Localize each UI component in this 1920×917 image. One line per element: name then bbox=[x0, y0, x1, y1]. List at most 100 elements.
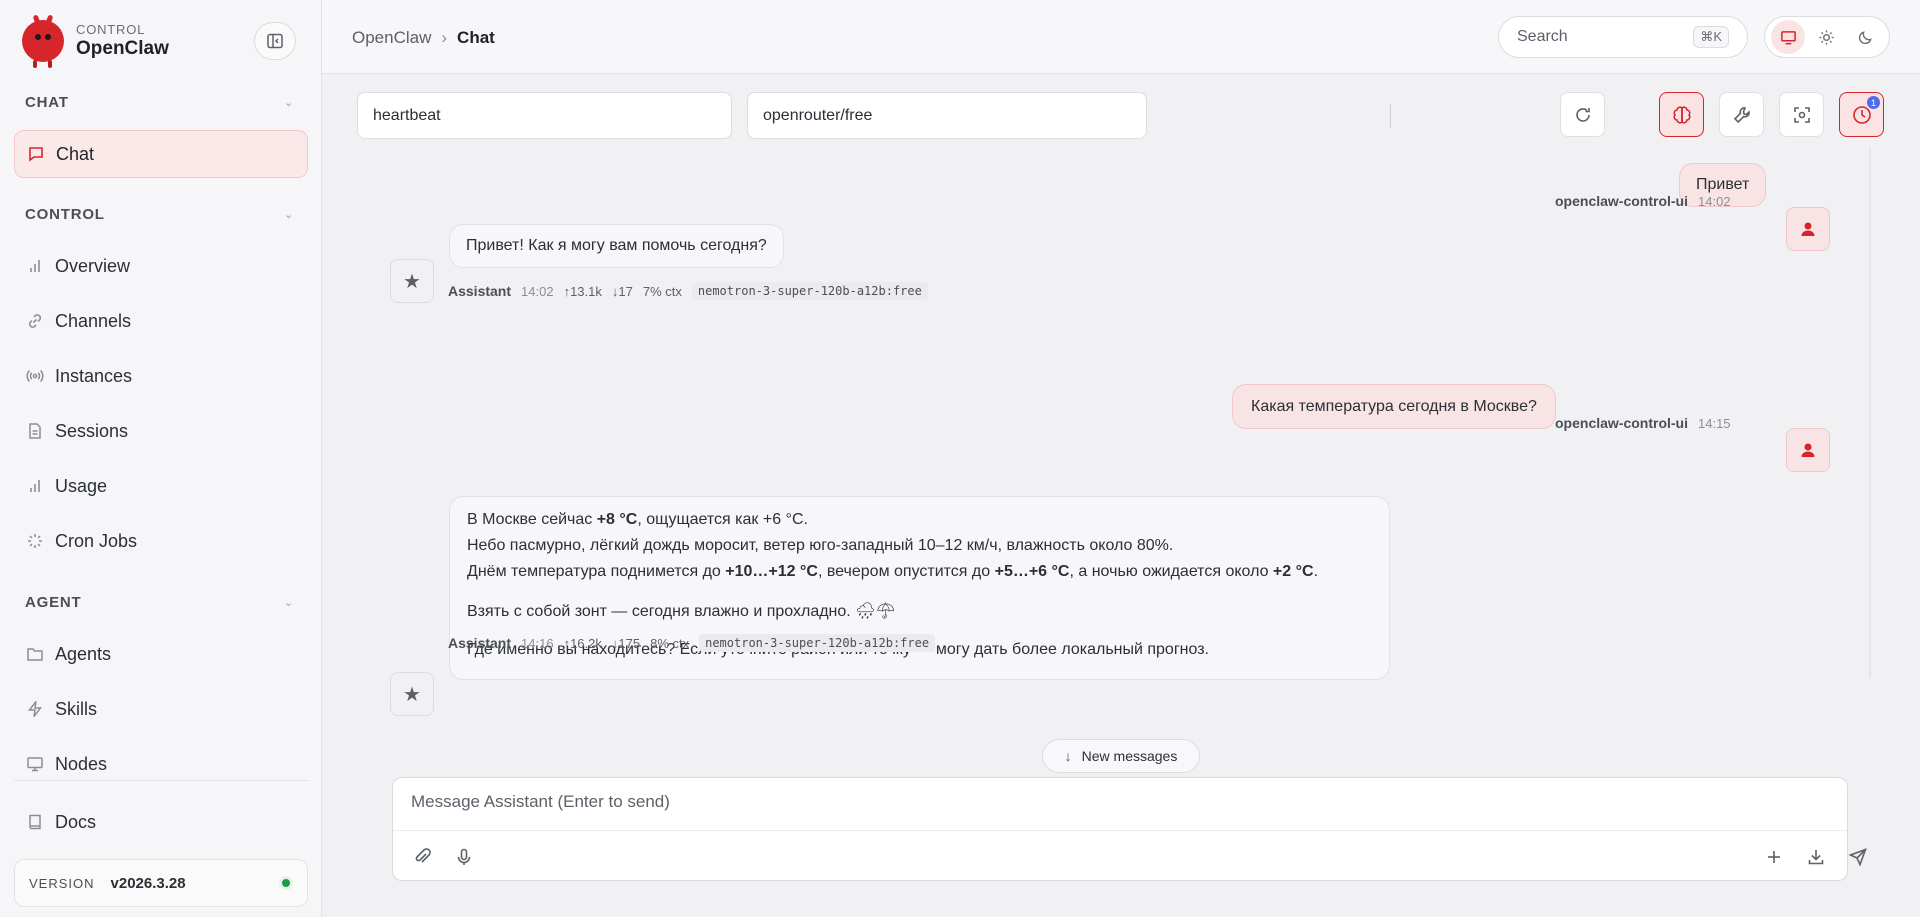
version-value: v2026.3.28 bbox=[110, 874, 186, 892]
session-select-value: heartbeat bbox=[373, 106, 441, 124]
new-chat-button[interactable] bbox=[1761, 844, 1787, 870]
thinking-toggle-button[interactable] bbox=[1659, 92, 1704, 137]
sidebar-item-label: Cron Jobs bbox=[55, 530, 138, 551]
theme-light-button[interactable] bbox=[1810, 20, 1844, 54]
plus-icon bbox=[1768, 851, 1780, 863]
new-messages-label: New messages bbox=[1081, 748, 1178, 764]
message-text: Какая температура сегодня в Москве? bbox=[1251, 397, 1537, 415]
sun-icon bbox=[1819, 29, 1835, 45]
section-chat-label: CHAT bbox=[25, 94, 69, 111]
toolbar-divider bbox=[1390, 104, 1391, 128]
focus-button[interactable] bbox=[1779, 92, 1824, 137]
chevron-down-icon: ⌄ bbox=[283, 597, 294, 609]
message-time: 14:02 bbox=[1698, 193, 1731, 209]
sidebar-toggle-icon bbox=[267, 33, 283, 49]
sidebar-item-usage[interactable]: Usage bbox=[14, 462, 308, 510]
user-message-bubble: Какая температура сегодня в Москве? bbox=[1232, 384, 1556, 429]
theme-dark-button[interactable] bbox=[1849, 20, 1883, 54]
user-icon bbox=[1801, 443, 1815, 457]
search-input[interactable]: Search ⌘K bbox=[1498, 16, 1748, 58]
brand-kicker: CONTROL bbox=[76, 22, 146, 37]
sidebar-item-docs[interactable]: Docs bbox=[14, 798, 308, 846]
sidebar-item-skills[interactable]: Skills bbox=[14, 685, 308, 733]
session-select[interactable]: heartbeat bbox=[357, 92, 732, 139]
message-time: 14:02 bbox=[521, 283, 554, 299]
message-time: 14:15 bbox=[1698, 415, 1731, 431]
assistant-message-bubble: Привет! Как я могу вам помочь сегодня? bbox=[449, 224, 784, 268]
sidebar-item-agents[interactable]: Agents bbox=[14, 630, 308, 678]
broadcast-icon bbox=[25, 366, 45, 386]
sidebar-item-label: Nodes bbox=[55, 753, 108, 774]
sidebar-item-label: Usage bbox=[55, 475, 108, 496]
brand[interactable]: CONTROL OpenClaw bbox=[22, 14, 169, 68]
breadcrumb-current: Chat bbox=[457, 28, 495, 47]
main-area: OpenClaw › Chat Search ⌘K heartbeat open… bbox=[322, 0, 1920, 917]
sidebar-item-cron-jobs[interactable]: Cron Jobs bbox=[14, 517, 308, 565]
sidebar-item-overview[interactable]: Overview bbox=[14, 242, 308, 290]
folder-icon bbox=[25, 644, 45, 664]
sidebar-item-instances[interactable]: Instances bbox=[14, 352, 308, 400]
status-online-indicator bbox=[279, 876, 293, 890]
theme-system-button[interactable] bbox=[1771, 20, 1806, 54]
chevron-down-icon: ⌄ bbox=[283, 97, 294, 109]
search-shortcut-badge: ⌘K bbox=[1693, 26, 1729, 48]
message-text: Привет! Как я могу вам помочь сегодня? bbox=[466, 237, 767, 254]
tokens-out: ↓175 bbox=[611, 635, 641, 651]
wrench-icon bbox=[1733, 106, 1750, 123]
sidebar-item-sessions[interactable]: Sessions bbox=[14, 407, 308, 455]
sidebar-item-label: Agents bbox=[55, 643, 112, 664]
message-meta: Assistant 14:16 ↑16.2k ↓175 8% ctx nemot… bbox=[448, 634, 936, 652]
model-tag: nemotron-3-super-120b-a12b:free bbox=[699, 634, 936, 652]
tools-button[interactable] bbox=[1719, 92, 1764, 137]
sidebar-item-label: Chat bbox=[56, 143, 95, 164]
tokens-in: ↑16.2k bbox=[563, 635, 602, 651]
section-control[interactable]: CONTROL ⌄ bbox=[25, 206, 295, 223]
refresh-icon bbox=[1575, 107, 1590, 122]
context-usage: 8% ctx bbox=[650, 635, 690, 651]
monitor-icon bbox=[25, 754, 45, 774]
message-meta: openclaw-control-ui 14:15 bbox=[1555, 415, 1741, 431]
search-placeholder: Search bbox=[1517, 28, 1568, 45]
lightning-icon bbox=[25, 699, 45, 719]
breadcrumb-root[interactable]: OpenClaw bbox=[352, 28, 431, 48]
bar-chart-icon bbox=[25, 476, 45, 496]
microphone-icon bbox=[457, 848, 471, 865]
send-icon bbox=[1848, 848, 1867, 867]
attach-button[interactable] bbox=[409, 844, 435, 870]
brand-name: OpenClaw bbox=[76, 38, 169, 59]
model-select-value: openrouter/free bbox=[763, 106, 873, 124]
message-sender: Assistant bbox=[448, 283, 512, 299]
history-button[interactable]: 1 bbox=[1839, 92, 1884, 137]
model-select[interactable]: openrouter/free bbox=[747, 92, 1147, 139]
document-icon bbox=[25, 421, 45, 441]
message-meta: Assistant 14:02 ↑13.1k ↓17 7% ctx nemotr… bbox=[448, 282, 928, 300]
link-icon bbox=[25, 311, 45, 331]
section-agent[interactable]: AGENT ⌄ bbox=[25, 594, 295, 611]
download-button[interactable] bbox=[1803, 844, 1829, 870]
chat-scrollbar[interactable] bbox=[1869, 148, 1871, 678]
sidebar-item-label: Channels bbox=[55, 310, 132, 331]
sidebar-item-chat[interactable]: Chat bbox=[14, 130, 308, 178]
message-line: Небо пасмурно, лёгкий дождь моросит, вет… bbox=[467, 537, 1174, 554]
sidebar-item-channels[interactable]: Channels bbox=[14, 297, 308, 345]
section-chat[interactable]: CHAT ⌄ bbox=[25, 94, 295, 111]
user-icon bbox=[1801, 222, 1815, 236]
refresh-button[interactable] bbox=[1560, 92, 1605, 137]
section-control-label: CONTROL bbox=[25, 206, 105, 223]
version-label: VERSION bbox=[29, 875, 95, 891]
message-composer[interactable]: Message Assistant (Enter to send) bbox=[392, 777, 1867, 881]
send-button[interactable] bbox=[1845, 844, 1871, 870]
user-avatar bbox=[1786, 207, 1830, 251]
brain-icon bbox=[1673, 106, 1690, 123]
message-input[interactable]: Message Assistant (Enter to send) bbox=[411, 792, 670, 812]
sidebar-item-label: Instances bbox=[55, 365, 133, 386]
message-meta: openclaw-control-ui 14:02 bbox=[1555, 193, 1741, 209]
message-time: 14:16 bbox=[521, 635, 554, 651]
new-messages-button[interactable]: ↓ New messages bbox=[1042, 739, 1200, 773]
sidebar-item-label: Overview bbox=[55, 255, 131, 276]
theme-switcher bbox=[1764, 16, 1890, 58]
tokens-in: ↑13.1k bbox=[563, 283, 602, 299]
breadcrumb-separator: › bbox=[441, 28, 448, 47]
collapse-sidebar-button[interactable] bbox=[254, 22, 296, 60]
voice-input-button[interactable] bbox=[451, 844, 477, 870]
